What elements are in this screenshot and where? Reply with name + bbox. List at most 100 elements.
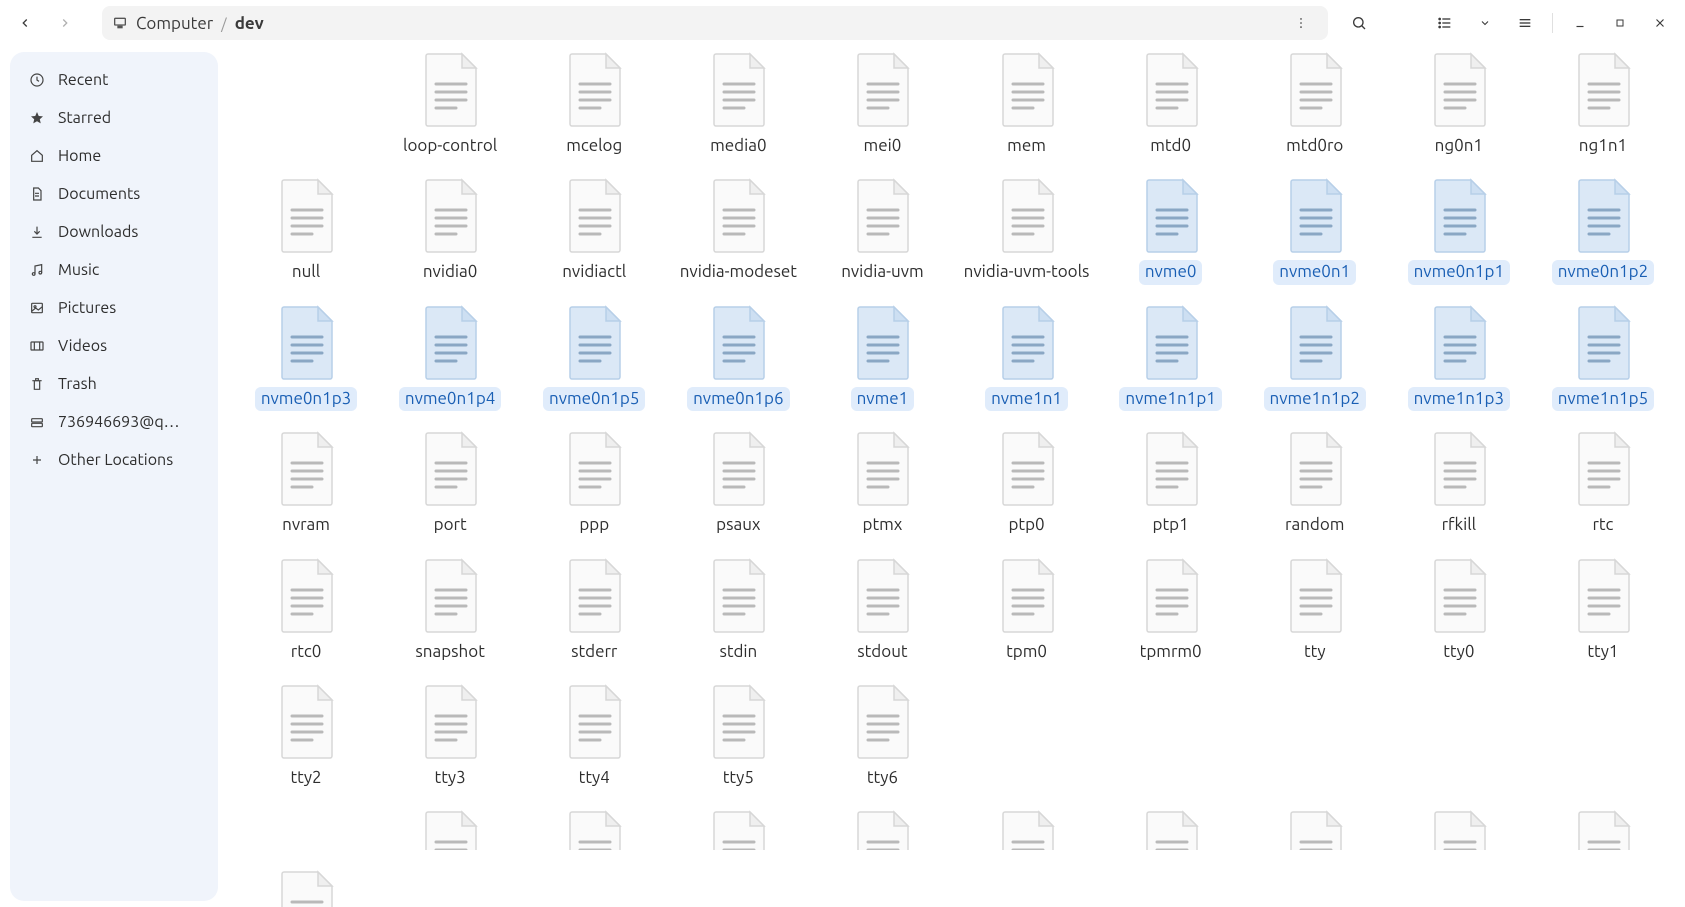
file-item[interactable]: nvme0n1p1: [1389, 176, 1529, 284]
file-item[interactable]: nvme1n1p3: [1389, 303, 1529, 411]
file-item[interactable]: nvme0n1: [1245, 176, 1385, 284]
sidebar-item-trash[interactable]: Trash: [16, 366, 212, 402]
breadcrumb-root[interactable]: Computer: [136, 14, 213, 33]
pathbar[interactable]: Computer / dev: [102, 6, 1328, 40]
file-item[interactable]: tty3: [380, 682, 520, 790]
file-item[interactable]: nvme0: [1101, 176, 1241, 284]
file-item[interactable]: tty4: [524, 682, 664, 790]
file-item[interactable]: nvme0n1p4: [380, 303, 520, 411]
file-item[interactable]: mem: [957, 50, 1097, 158]
sidebar-item-downloads[interactable]: Downloads: [16, 214, 212, 250]
sidebar-item-736946693-q-[interactable]: 736946693@q…: [16, 404, 212, 440]
file-item[interactable]: ptp0: [957, 429, 1097, 537]
file-item[interactable]: nvme1n1: [957, 303, 1097, 411]
file-item[interactable]: nvme0n1p2: [1533, 176, 1673, 284]
file-item[interactable]: media0: [668, 50, 808, 158]
file-item[interactable]: ptp1: [1101, 429, 1241, 537]
file-item[interactable]: tty0: [1389, 556, 1529, 664]
back-button[interactable]: [8, 6, 42, 40]
file-item[interactable]: nvme1n1p1: [1101, 303, 1241, 411]
file-item[interactable]: [1101, 808, 1241, 850]
file-label: nvme1n1p2: [1264, 387, 1366, 411]
file-item[interactable]: nvram: [236, 429, 376, 537]
breadcrumb-segment[interactable]: dev: [235, 14, 264, 33]
file-item[interactable]: tty1: [1533, 556, 1673, 664]
file-item[interactable]: [1389, 808, 1529, 850]
sidebar-item-music[interactable]: Music: [16, 252, 212, 288]
view-list-button[interactable]: [1428, 6, 1462, 40]
file-item[interactable]: port: [380, 429, 520, 537]
file-item[interactable]: mcelog: [524, 50, 664, 158]
file-item[interactable]: rtc0: [236, 556, 376, 664]
text-file-icon: [1571, 558, 1635, 634]
file-item[interactable]: mei0: [812, 50, 952, 158]
sidebar-item-starred[interactable]: Starred: [16, 100, 212, 136]
window-close-button[interactable]: [1643, 6, 1677, 40]
file-label: nvme1n1p5: [1552, 387, 1654, 411]
sidebar-item-recent[interactable]: Recent: [16, 62, 212, 98]
file-item[interactable]: [524, 808, 664, 850]
file-label: rtc: [1586, 513, 1619, 537]
sidebar-item-videos[interactable]: Videos: [16, 328, 212, 364]
file-item[interactable]: nvme1: [812, 303, 952, 411]
file-item[interactable]: null: [236, 176, 376, 284]
file-item[interactable]: nvme1n1p2: [1245, 303, 1385, 411]
file-item[interactable]: ptmx: [812, 429, 952, 537]
text-file-icon: [1283, 178, 1347, 254]
file-item[interactable]: nvme0n1p3: [236, 303, 376, 411]
file-item[interactable]: [236, 868, 376, 907]
file-item[interactable]: ng0n1: [1389, 50, 1529, 158]
file-item[interactable]: tty2: [236, 682, 376, 790]
file-item[interactable]: tty: [1245, 556, 1385, 664]
file-item[interactable]: psaux: [668, 429, 808, 537]
file-item[interactable]: nvidia0: [380, 176, 520, 284]
file-item[interactable]: rtc: [1533, 429, 1673, 537]
path-menu-button[interactable]: [1284, 6, 1318, 40]
file-item[interactable]: tpm0: [957, 556, 1097, 664]
file-item[interactable]: [668, 808, 808, 850]
file-label: nvme0n1: [1273, 260, 1356, 284]
sidebar-item-pictures[interactable]: Pictures: [16, 290, 212, 326]
file-item[interactable]: stdout: [812, 556, 952, 664]
file-item[interactable]: rfkill: [1389, 429, 1529, 537]
download-icon: [28, 224, 46, 240]
file-label: port: [428, 513, 473, 537]
sidebar-item-documents[interactable]: Documents: [16, 176, 212, 212]
file-item[interactable]: snapshot: [380, 556, 520, 664]
window-minimize-button[interactable]: [1563, 6, 1597, 40]
file-item[interactable]: nvme0n1p6: [668, 303, 808, 411]
file-item[interactable]: ppp: [524, 429, 664, 537]
file-item[interactable]: mtd0ro: [1245, 50, 1385, 158]
file-item[interactable]: loop-control: [380, 50, 520, 158]
file-item[interactable]: stderr: [524, 556, 664, 664]
forward-button[interactable]: [48, 6, 82, 40]
window-maximize-button[interactable]: [1603, 6, 1637, 40]
file-item[interactable]: nvidiactl: [524, 176, 664, 284]
sidebar-item-other-locations[interactable]: Other Locations: [16, 442, 212, 478]
search-button[interactable]: [1342, 6, 1376, 40]
file-item[interactable]: nvidia-modeset: [668, 176, 808, 284]
file-item[interactable]: nvme0n1p5: [524, 303, 664, 411]
file-item[interactable]: tty6: [812, 682, 952, 790]
file-item[interactable]: tpmrm0: [1101, 556, 1241, 664]
file-item[interactable]: [1245, 808, 1385, 850]
file-label: media0: [704, 134, 772, 158]
file-label: nvme0n1p1: [1408, 260, 1510, 284]
file-item[interactable]: ng1n1: [1533, 50, 1673, 158]
file-item[interactable]: mtd0: [1101, 50, 1241, 158]
file-item[interactable]: stdin: [668, 556, 808, 664]
file-item[interactable]: nvme1n1p5: [1533, 303, 1673, 411]
file-item[interactable]: [812, 808, 952, 850]
file-item[interactable]: nvidia-uvm-tools: [957, 176, 1097, 284]
file-item[interactable]: [1533, 808, 1673, 850]
file-item[interactable]: random: [1245, 429, 1385, 537]
files-view[interactable]: loop-control mcelog media0 mei0: [218, 46, 1685, 907]
file-item[interactable]: [380, 808, 520, 850]
file-item[interactable]: tty5: [668, 682, 808, 790]
view-dropdown-button[interactable]: [1468, 6, 1502, 40]
hamburger-menu-button[interactable]: [1508, 6, 1542, 40]
file-item[interactable]: nvidia-uvm: [812, 176, 952, 284]
file-label: mem: [1001, 134, 1052, 158]
sidebar-item-home[interactable]: Home: [16, 138, 212, 174]
file-item[interactable]: [957, 808, 1097, 850]
